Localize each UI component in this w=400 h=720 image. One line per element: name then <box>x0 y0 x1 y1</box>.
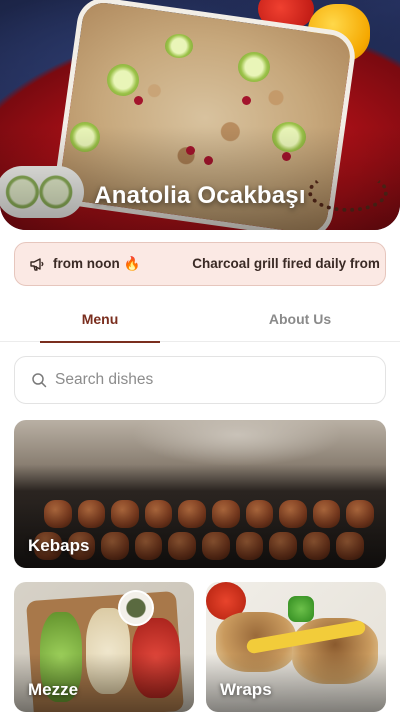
announcement-text: Charcoal grill fired daily from <box>192 256 380 271</box>
announcement-bar: from noon 🔥 Charcoal grill fired daily f… <box>14 242 386 286</box>
search-icon <box>32 373 47 388</box>
tab-bar: Menu About Us <box>0 296 400 343</box>
announcement-text: from noon 🔥 <box>53 256 141 271</box>
announcement-ticker: from noon 🔥 Charcoal grill fired daily f… <box>53 256 385 272</box>
category-label-mezze: Mezze <box>28 680 79 699</box>
tab-menu[interactable]: Menu <box>0 296 200 343</box>
search-input[interactable] <box>55 371 355 389</box>
category-label-wraps: Wraps <box>220 680 272 699</box>
restaurant-name: Anatolia Ocakbaşı <box>94 182 306 209</box>
category-label-kebaps: Kebaps <box>28 536 90 555</box>
category-card-kebaps[interactable]: Kebaps <box>14 420 386 568</box>
category-card-mezze[interactable]: Mezze <box>14 582 194 712</box>
search-box <box>14 356 386 404</box>
category-card-wraps[interactable]: Wraps <box>206 582 386 712</box>
hero-banner: Anatolia Ocakbaşı <box>0 0 400 230</box>
tab-about-us[interactable]: About Us <box>200 296 400 342</box>
megaphone-icon <box>30 258 44 271</box>
